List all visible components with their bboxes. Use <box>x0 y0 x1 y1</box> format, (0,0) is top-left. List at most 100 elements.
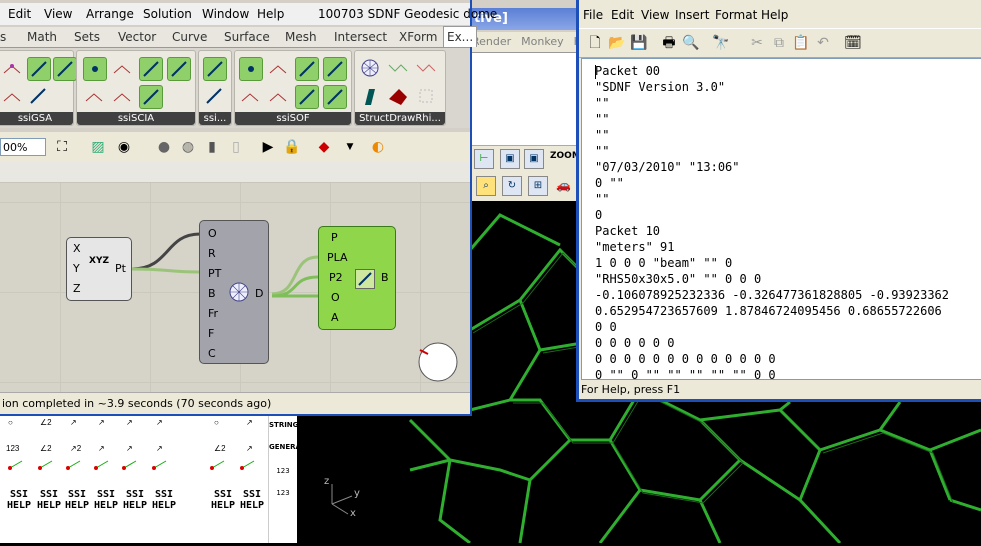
tab-render[interactable]: Render <box>472 35 511 48</box>
four-viewports-icon[interactable]: ⊞ <box>528 176 548 196</box>
tab-s[interactable]: s <box>0 27 6 47</box>
editor-text-area[interactable]: Packet 00 "SDNF Version 3.0" "" "" "" "" "07/0… <box>581 58 981 380</box>
scia-support-icon[interactable] <box>111 57 133 79</box>
lock-icon[interactable]: 🔒 <box>282 137 302 157</box>
ssi-help-button-1[interactable]: SSI HELP <box>6 489 32 519</box>
scia-beam-icon[interactable] <box>139 57 163 81</box>
gsa-member-icon[interactable] <box>27 85 49 107</box>
scia-load2-icon[interactable] <box>111 85 133 107</box>
document-icon[interactable]: ▮ <box>202 137 222 157</box>
ssi-member-icon[interactable] <box>203 85 225 107</box>
number-label-2[interactable]: 123 <box>269 489 297 497</box>
editor-menu-format[interactable]: Format <box>715 4 757 26</box>
preview-shaded-icon[interactable]: ● <box>154 137 174 157</box>
scia-member-icon[interactable] <box>139 85 163 109</box>
paste-icon[interactable]: 📋 <box>791 33 811 53</box>
print-preview-icon[interactable]: 🔍 <box>681 33 701 53</box>
find-icon[interactable]: 🔭 <box>711 33 731 53</box>
copy-icon[interactable]: ⧉ <box>769 33 789 53</box>
ssi-help-button-4[interactable]: SSI HELP <box>93 489 119 519</box>
editor-menu-help[interactable]: Help <box>761 4 788 26</box>
input-b[interactable]: B <box>208 287 216 300</box>
gsa-support-icon[interactable] <box>1 85 23 107</box>
gsa-node-icon[interactable] <box>1 57 23 79</box>
chevron-down-icon[interactable]: ▼ <box>340 137 360 157</box>
input-p2[interactable]: P2 <box>329 271 343 284</box>
sof-support-icon[interactable] <box>267 57 289 79</box>
input-pt[interactable]: PT <box>208 267 221 280</box>
gsa-beam-icon[interactable] <box>27 57 51 81</box>
box-select-icon[interactable]: ▣ <box>500 149 520 169</box>
geodesic-dome-component[interactable]: O R PT B Fr F C D <box>199 220 269 364</box>
scia-load-icon[interactable] <box>83 85 105 107</box>
bake-icon[interactable]: ◐ <box>368 137 388 157</box>
map-icon[interactable]: ▨ <box>88 137 108 157</box>
gsa-beam2-icon[interactable] <box>53 57 77 81</box>
navigation-dial[interactable] <box>416 340 458 382</box>
output-pt[interactable]: Pt <box>115 262 126 275</box>
input-r[interactable]: R <box>208 247 216 260</box>
zoom-extents-icon[interactable]: ⛶ <box>52 137 72 157</box>
sof-load2-icon[interactable] <box>267 85 289 107</box>
document-disabled-icon[interactable]: ▯ <box>226 137 246 157</box>
ssi-help-button-5[interactable]: SSI HELP <box>122 489 148 519</box>
editor-menu-insert[interactable]: Insert <box>675 4 709 26</box>
menu-window[interactable]: Window <box>202 3 249 25</box>
editor-menu-file[interactable]: File <box>583 4 603 26</box>
sof-member-icon[interactable] <box>295 85 319 109</box>
sdnf-export-component[interactable]: P PLA P2 O A B <box>318 226 396 330</box>
rhino-command-area[interactable] <box>470 52 580 146</box>
editor-menu-view[interactable]: View <box>641 4 669 26</box>
scia-node-icon[interactable] <box>83 57 107 81</box>
tab-surface[interactable]: Surface <box>224 27 270 47</box>
car-icon[interactable]: 🚗 <box>556 178 571 192</box>
menu-help[interactable]: Help <box>257 3 284 25</box>
tab-vector[interactable]: Vector <box>118 27 156 47</box>
print-icon[interactable]: 🖶 <box>659 33 679 53</box>
menu-arrange[interactable]: Arrange <box>86 3 134 25</box>
new-file-icon[interactable]: 🗋 <box>585 33 605 53</box>
ssi-help-button-2[interactable]: SSI HELP <box>36 489 62 519</box>
tab-intersect[interactable]: Intersect <box>334 27 387 47</box>
input-o[interactable]: O <box>208 227 217 240</box>
ssi-help-button-6[interactable]: SSI HELP <box>151 489 177 519</box>
sof-member2-icon[interactable] <box>323 85 347 109</box>
section-icon[interactable] <box>359 85 381 107</box>
menu-edit[interactable]: Edit <box>8 3 31 25</box>
input-p[interactable]: P <box>331 231 338 244</box>
ssi-beam-icon[interactable] <box>203 57 227 81</box>
eye-icon[interactable]: ◉ <box>114 137 134 157</box>
input-pla[interactable]: PLA <box>327 251 348 264</box>
sof-beam2-icon[interactable] <box>323 57 347 81</box>
input-x[interactable]: X <box>73 242 81 255</box>
number-label[interactable]: 123 <box>269 467 297 475</box>
editor-menu-edit[interactable]: Edit <box>611 4 634 26</box>
menu-solution[interactable]: Solution <box>143 3 192 25</box>
tab-xform[interactable]: XForm <box>399 27 437 47</box>
undo-icon[interactable]: ↶ <box>813 33 833 53</box>
input-a[interactable]: A <box>331 311 339 324</box>
tab-sets[interactable]: Sets <box>74 27 100 47</box>
geodesic-sphere-icon[interactable] <box>359 57 381 79</box>
input-z[interactable]: Z <box>73 282 81 295</box>
ssi-help-button-7[interactable]: SSI HELP <box>210 489 236 519</box>
ssi-help-button-8[interactable]: SSI HELP <box>239 489 265 519</box>
tab-monkey[interactable]: Monkey <box>521 35 563 48</box>
rotate-view-icon[interactable]: ↻ <box>502 176 522 196</box>
magnifier-icon[interactable]: ⌕ <box>476 176 496 196</box>
cut-icon[interactable]: ✂ <box>747 33 767 53</box>
surface-icon[interactable] <box>387 85 409 107</box>
sof-beam-icon[interactable] <box>295 57 319 81</box>
input-f[interactable]: F <box>208 327 214 340</box>
output-d[interactable]: D <box>255 287 263 300</box>
menu-view[interactable]: View <box>44 3 72 25</box>
truss-icon[interactable] <box>387 57 409 79</box>
snap-grid-icon[interactable]: ⊢ <box>474 149 494 169</box>
cube-wire-icon[interactable] <box>415 85 437 107</box>
input-fr[interactable]: Fr <box>208 307 218 320</box>
input-y[interactable]: Y <box>73 262 80 275</box>
input-c[interactable]: C <box>208 347 216 360</box>
string-label[interactable]: STRING <box>269 421 298 429</box>
sof-node-icon[interactable] <box>239 57 263 81</box>
box-select-2-icon[interactable]: ▣ <box>524 149 544 169</box>
